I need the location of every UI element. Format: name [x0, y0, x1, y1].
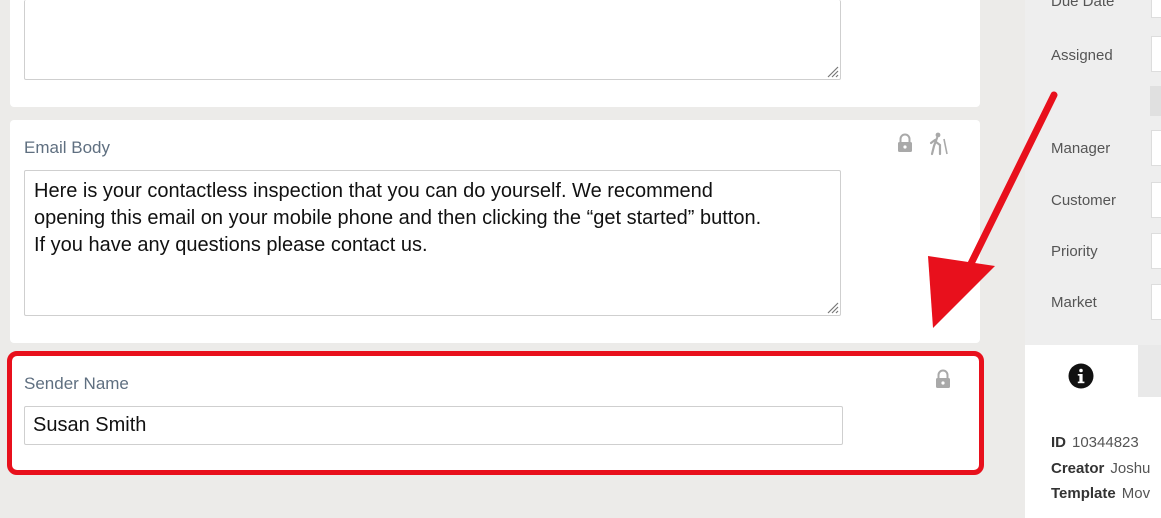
meta-creator-value[interactable]: Joshu [1110, 460, 1150, 477]
meta-id-label: ID [1051, 434, 1066, 451]
sender-name-card: Sender Name Susan Smith [10, 352, 980, 471]
meta-id-value: 10344823 [1072, 434, 1139, 451]
sender-name-label: Sender Name [24, 374, 129, 393]
hiker-icon[interactable] [928, 132, 950, 156]
market-label: Market [1051, 294, 1097, 311]
email-body-line: opening this email on your mobile phone … [34, 207, 762, 229]
tab-info[interactable] [1025, 345, 1138, 397]
record-meta: ID 10344823 Creator Joshu Template Mov [1025, 397, 1161, 518]
email-body-line: Here is your contactless inspection that… [34, 180, 713, 202]
customer-input[interactable] [1151, 182, 1161, 218]
meta-id: ID 10344823 [1051, 434, 1139, 451]
lock-icon[interactable] [896, 133, 914, 153]
info-icon [1068, 363, 1094, 389]
email-body-line: If you have any questions please contact… [34, 234, 428, 256]
top-textarea[interactable] [24, 0, 841, 80]
top-field-card [10, 0, 980, 107]
priority-label: Priority [1051, 243, 1098, 260]
manager-label: Manager [1051, 140, 1111, 157]
info-tabs [1025, 345, 1161, 397]
sender-name-input[interactable]: Susan Smith [24, 406, 843, 445]
resize-handle-icon[interactable] [825, 300, 839, 314]
email-body-card: Email Body Here is your contactless insp… [10, 120, 980, 343]
gray-bar [1150, 86, 1161, 116]
meta-creator-label: Creator [1051, 460, 1105, 477]
meta-template-value[interactable]: Mov [1122, 485, 1150, 502]
meta-template-label: Template [1051, 485, 1116, 502]
details-panel: Due Date Assigned Manager Customer Prior… [1025, 0, 1161, 345]
resize-handle-icon[interactable] [825, 64, 839, 78]
priority-input[interactable] [1151, 233, 1161, 269]
lock-icon[interactable] [934, 369, 952, 389]
email-body-textarea[interactable]: Here is your contactless inspection that… [24, 170, 841, 316]
manager-input[interactable] [1151, 130, 1161, 166]
assigned-input[interactable] [1151, 36, 1161, 72]
customer-label: Customer [1051, 192, 1117, 209]
assigned-label: Assigned [1051, 47, 1113, 64]
email-body-label: Email Body [24, 138, 110, 157]
meta-creator: Creator Joshu [1051, 460, 1150, 477]
market-input[interactable] [1151, 284, 1161, 320]
due-date-input[interactable] [1151, 0, 1161, 18]
due-date-label: Due Date [1051, 0, 1115, 10]
meta-template: Template Mov [1051, 485, 1150, 502]
